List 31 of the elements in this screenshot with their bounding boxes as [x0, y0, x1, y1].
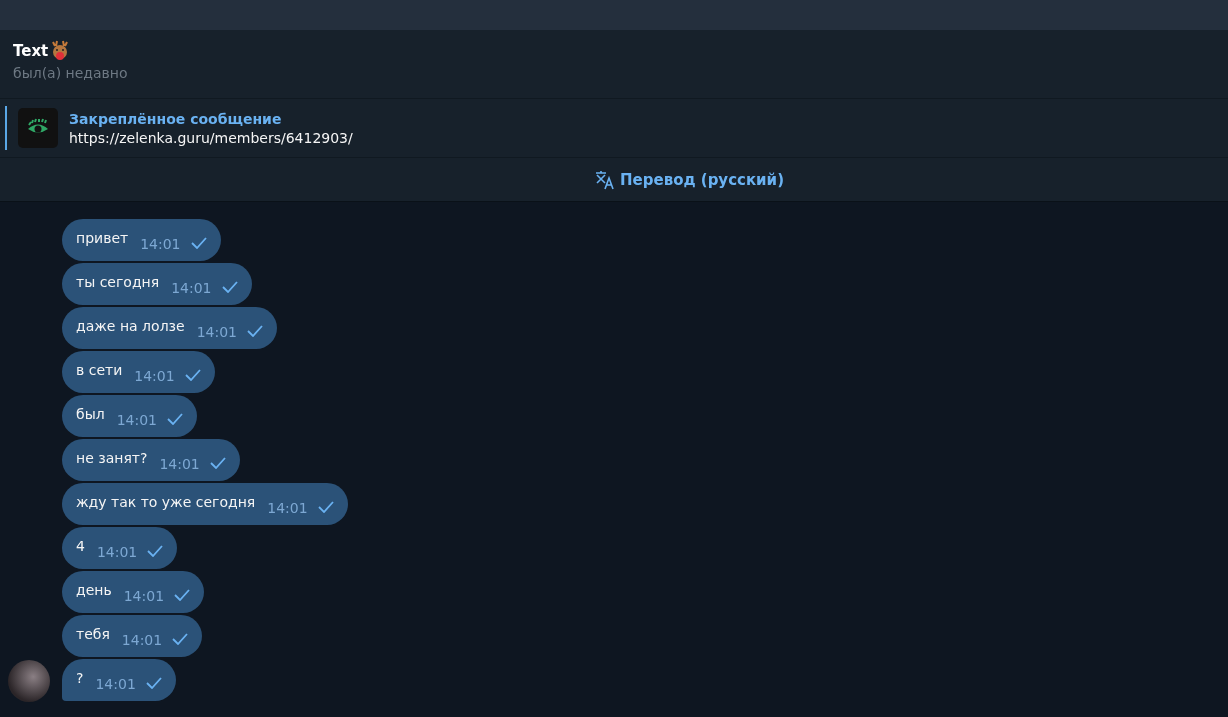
message-text: день [76, 582, 112, 598]
message-time: 14:01 [96, 544, 138, 560]
message-text: в сети [76, 362, 123, 378]
message-time: 14:01 [159, 456, 200, 472]
message-text: жду так то уже сегодня [76, 494, 256, 510]
message-text: даже на лолзе [76, 318, 185, 334]
translate-icon [594, 168, 616, 191]
translate-button[interactable]: Перевод (русский) [594, 168, 784, 191]
chat-name: Text [13, 42, 49, 60]
message-time: 14:01 [134, 368, 175, 384]
message-text: ? [76, 670, 84, 686]
message-text: 4 [76, 538, 85, 554]
message-text: не занят? [76, 450, 148, 466]
pinned-link: https://zelenka.guru/members/6412903/ [69, 129, 353, 146]
message-text: привет [76, 230, 129, 246]
message-time: 14:01 [171, 280, 212, 296]
last-seen-status: был(а) недавно [13, 65, 129, 81]
message-time: 14:01 [140, 236, 181, 252]
pinned-message-bar[interactable]: Закреплённое сообщение https://zelenka.guru/members/6412903/ [0, 98, 1228, 157]
message-time: 14:01 [123, 588, 165, 604]
message-time: 14:01 [116, 412, 157, 428]
eye-logo-icon [18, 108, 58, 148]
message-time: 14:01 [267, 500, 308, 516]
pinned-title: Закреплённое сообщение [69, 110, 283, 127]
message-time: 14:01 [95, 676, 136, 692]
avatar [8, 660, 50, 702]
message-text: тебя [76, 626, 110, 642]
message-text: ты сегодня [76, 274, 160, 290]
message-text: был [76, 406, 105, 422]
message-time: 14:01 [121, 632, 163, 648]
message-time: 14:01 [196, 324, 237, 340]
